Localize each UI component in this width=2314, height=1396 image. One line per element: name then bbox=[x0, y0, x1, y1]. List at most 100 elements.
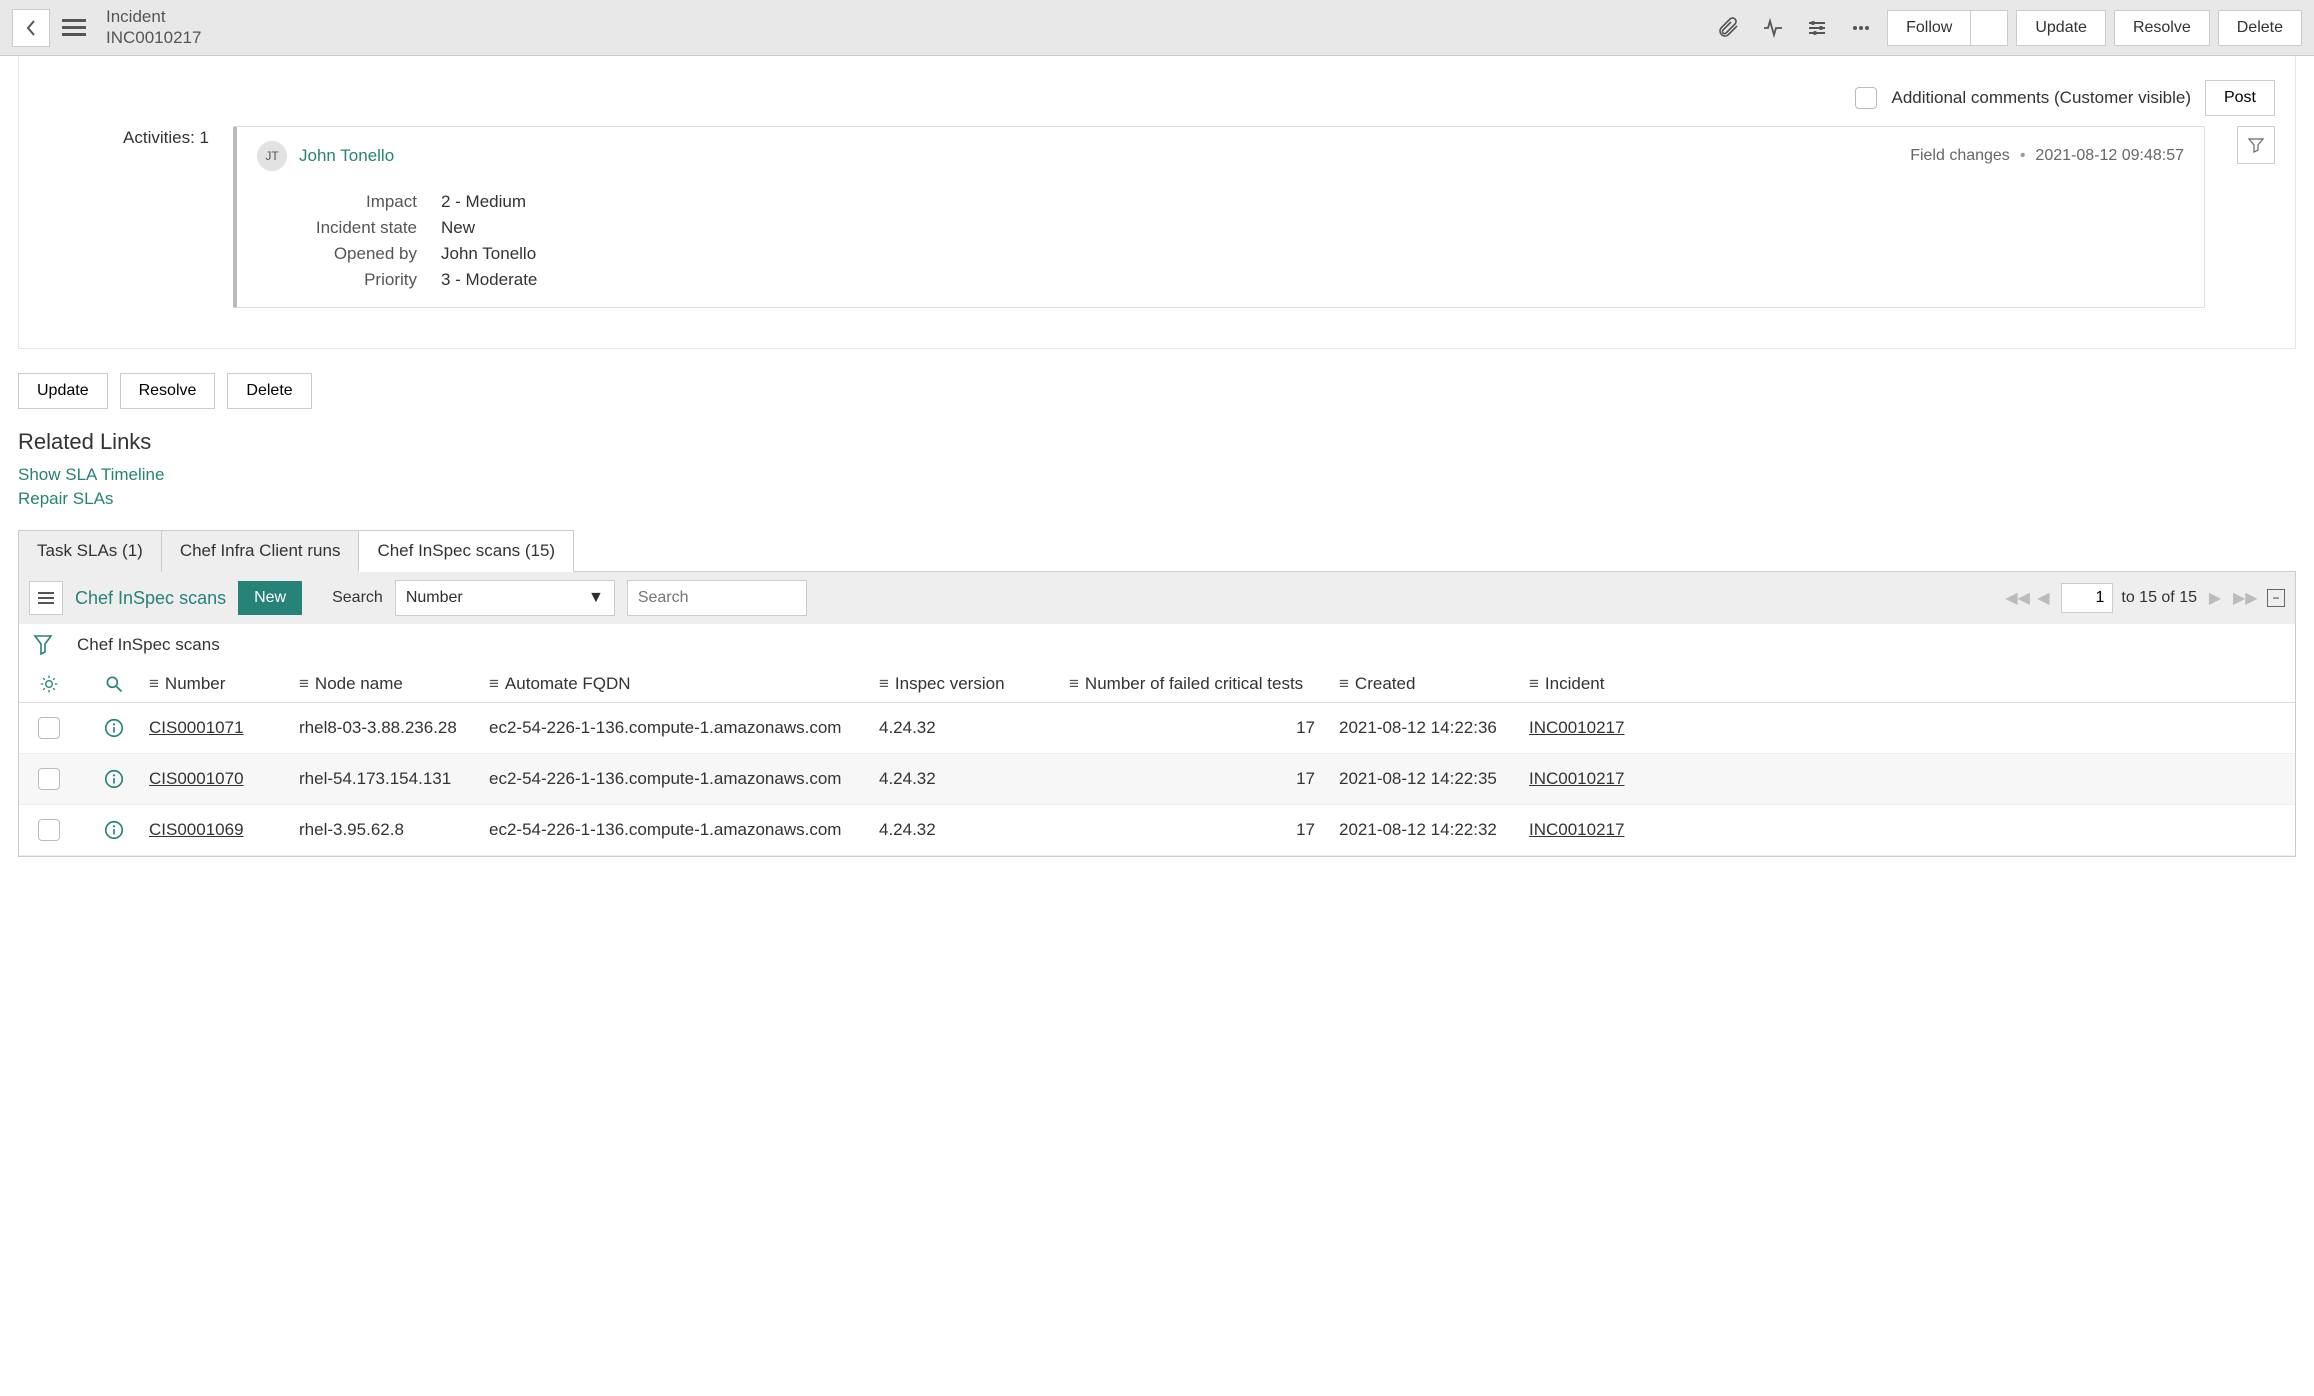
column-header-failed-tests[interactable]: ≡Number of failed critical tests bbox=[1069, 674, 1339, 694]
cell-failed: 17 bbox=[1069, 820, 1339, 840]
topbar: Incident INC0010217 Follow Update Resolv… bbox=[0, 0, 2314, 56]
search-column-icon[interactable] bbox=[79, 674, 149, 694]
avatar: JT bbox=[257, 141, 287, 171]
table-row: CIS0001070 rhel-54.173.154.131 ec2-54-22… bbox=[19, 754, 2295, 805]
related-link[interactable]: Repair SLAs bbox=[18, 487, 2314, 511]
column-header-created[interactable]: ≡Created bbox=[1339, 674, 1529, 694]
cell-node: rhel8-03-3.88.236.28 bbox=[299, 718, 489, 738]
comment-bar: Additional comments (Customer visible) P… bbox=[19, 56, 2295, 126]
cell-node: rhel-3.95.62.8 bbox=[299, 820, 489, 840]
preview-icon[interactable] bbox=[79, 819, 149, 841]
table-row: CIS0001071 rhel8-03-3.88.236.28 ec2-54-2… bbox=[19, 703, 2295, 754]
resolve-button[interactable]: Resolve bbox=[2114, 10, 2210, 46]
settings-icon[interactable] bbox=[1799, 10, 1835, 46]
search-label: Search bbox=[332, 589, 383, 607]
new-record-button[interactable]: New bbox=[238, 581, 302, 615]
cell-version: 4.24.32 bbox=[879, 820, 1069, 840]
activity-stream-icon[interactable] bbox=[1755, 10, 1791, 46]
row-checkbox[interactable] bbox=[38, 717, 60, 739]
breadcrumb[interactable]: Chef InSpec scans bbox=[77, 635, 220, 655]
customer-visible-checkbox[interactable] bbox=[1855, 87, 1877, 109]
update-button-bottom[interactable]: Update bbox=[18, 373, 108, 409]
record-link[interactable]: CIS0001070 bbox=[149, 769, 244, 788]
record-title: Incident INC0010217 bbox=[106, 7, 201, 48]
list-title[interactable]: Chef InSpec scans bbox=[75, 588, 226, 609]
table-row: CIS0001069 rhel-3.95.62.8 ec2-54-226-1-1… bbox=[19, 805, 2295, 856]
cell-failed: 17 bbox=[1069, 769, 1339, 789]
personalize-list-icon[interactable] bbox=[19, 674, 79, 694]
activity-entry: JT John Tonello Field changes • 2021-08-… bbox=[233, 126, 2205, 308]
customer-visible-label: Additional comments (Customer visible) bbox=[1891, 88, 2191, 108]
resolve-button-bottom[interactable]: Resolve bbox=[120, 373, 216, 409]
chevron-down-icon: ▼ bbox=[588, 589, 604, 607]
filter-icon[interactable] bbox=[33, 634, 53, 656]
cell-fqdn: ec2-54-226-1-136.compute-1.amazonaws.com bbox=[489, 769, 879, 789]
incident-link[interactable]: INC0010217 bbox=[1529, 769, 1624, 788]
follow-button[interactable]: Follow bbox=[1887, 10, 1971, 46]
field-value: 2 - Medium bbox=[441, 192, 526, 212]
tab-chef-infra[interactable]: Chef Infra Client runs bbox=[161, 530, 360, 572]
field-value: 3 - Moderate bbox=[441, 270, 537, 290]
related-link[interactable]: Show SLA Timeline bbox=[18, 463, 2314, 487]
field-label: Opened by bbox=[257, 244, 417, 264]
record-link[interactable]: CIS0001071 bbox=[149, 718, 244, 737]
incident-link[interactable]: INC0010217 bbox=[1529, 820, 1624, 839]
field-label: Incident state bbox=[257, 218, 417, 238]
related-list-tabs: Task SLAs (1) Chef Infra Client runs Che… bbox=[18, 529, 2296, 572]
tab-chef-inspec[interactable]: Chef InSpec scans (15) bbox=[358, 530, 574, 572]
activity-timestamp: 2021-08-12 09:48:57 bbox=[2035, 147, 2184, 165]
related-list-panel: Chef InSpec scans New Search Number ▼ ◀◀… bbox=[18, 572, 2296, 857]
column-header-node-name[interactable]: ≡Node name bbox=[299, 674, 489, 694]
row-checkbox[interactable] bbox=[38, 768, 60, 790]
update-button[interactable]: Update bbox=[2016, 10, 2106, 46]
entity-label: Incident bbox=[106, 7, 201, 27]
list-menu-button[interactable] bbox=[29, 581, 63, 615]
field-value: John Tonello bbox=[441, 244, 536, 264]
pager-range: to 15 of 15 bbox=[2121, 589, 2197, 607]
column-header-number[interactable]: ≡Number bbox=[149, 674, 299, 694]
follow-dropdown[interactable] bbox=[1971, 10, 2008, 46]
delete-button-bottom[interactable]: Delete bbox=[227, 373, 311, 409]
cell-fqdn: ec2-54-226-1-136.compute-1.amazonaws.com bbox=[489, 820, 879, 840]
pager-last[interactable]: ▶▶ bbox=[2233, 588, 2253, 608]
pager-first[interactable]: ◀◀ bbox=[2005, 588, 2025, 608]
delete-button[interactable]: Delete bbox=[2218, 10, 2302, 46]
cell-version: 4.24.32 bbox=[879, 718, 1069, 738]
column-header-incident[interactable]: ≡Incident bbox=[1529, 674, 1639, 694]
collapse-icon[interactable]: − bbox=[2267, 589, 2285, 607]
pager-prev[interactable]: ◀ bbox=[2033, 588, 2053, 608]
column-header-fqdn[interactable]: ≡Automate FQDN bbox=[489, 674, 879, 694]
field-label: Impact bbox=[257, 192, 417, 212]
row-checkbox[interactable] bbox=[38, 819, 60, 841]
field-label: Priority bbox=[257, 270, 417, 290]
search-input[interactable] bbox=[627, 580, 807, 616]
cell-created: 2021-08-12 14:22:32 bbox=[1339, 820, 1529, 840]
post-button[interactable]: Post bbox=[2205, 80, 2275, 116]
related-links-heading: Related Links bbox=[18, 429, 2314, 455]
cell-version: 4.24.32 bbox=[879, 769, 1069, 789]
pager-current[interactable] bbox=[2061, 583, 2113, 613]
incident-link[interactable]: INC0010217 bbox=[1529, 718, 1624, 737]
cell-failed: 17 bbox=[1069, 718, 1339, 738]
record-link[interactable]: CIS0001069 bbox=[149, 820, 244, 839]
search-field-select[interactable]: Number ▼ bbox=[395, 580, 615, 616]
cell-created: 2021-08-12 14:22:36 bbox=[1339, 718, 1529, 738]
attachment-icon[interactable] bbox=[1711, 10, 1747, 46]
activity-author[interactable]: John Tonello bbox=[299, 146, 394, 166]
activity-type: Field changes bbox=[1910, 147, 2010, 165]
activities-count: Activities: 1 bbox=[19, 126, 209, 148]
field-value: New bbox=[441, 218, 475, 238]
more-actions-icon[interactable] bbox=[1843, 10, 1879, 46]
pager: ◀◀ ◀ to 15 of 15 ▶ ▶▶ − bbox=[2005, 583, 2285, 613]
cell-fqdn: ec2-54-226-1-136.compute-1.amazonaws.com bbox=[489, 718, 879, 738]
activity-filter-button[interactable] bbox=[2237, 126, 2275, 164]
back-button[interactable] bbox=[12, 9, 50, 47]
preview-icon[interactable] bbox=[79, 717, 149, 739]
record-number: INC0010217 bbox=[106, 28, 201, 48]
column-header-inspec-version[interactable]: ≡Inspec version bbox=[879, 674, 1069, 694]
preview-icon[interactable] bbox=[79, 768, 149, 790]
cell-node: rhel-54.173.154.131 bbox=[299, 769, 489, 789]
pager-next[interactable]: ▶ bbox=[2205, 588, 2225, 608]
menu-toggle[interactable] bbox=[62, 13, 94, 42]
tab-task-slas[interactable]: Task SLAs (1) bbox=[18, 530, 162, 572]
